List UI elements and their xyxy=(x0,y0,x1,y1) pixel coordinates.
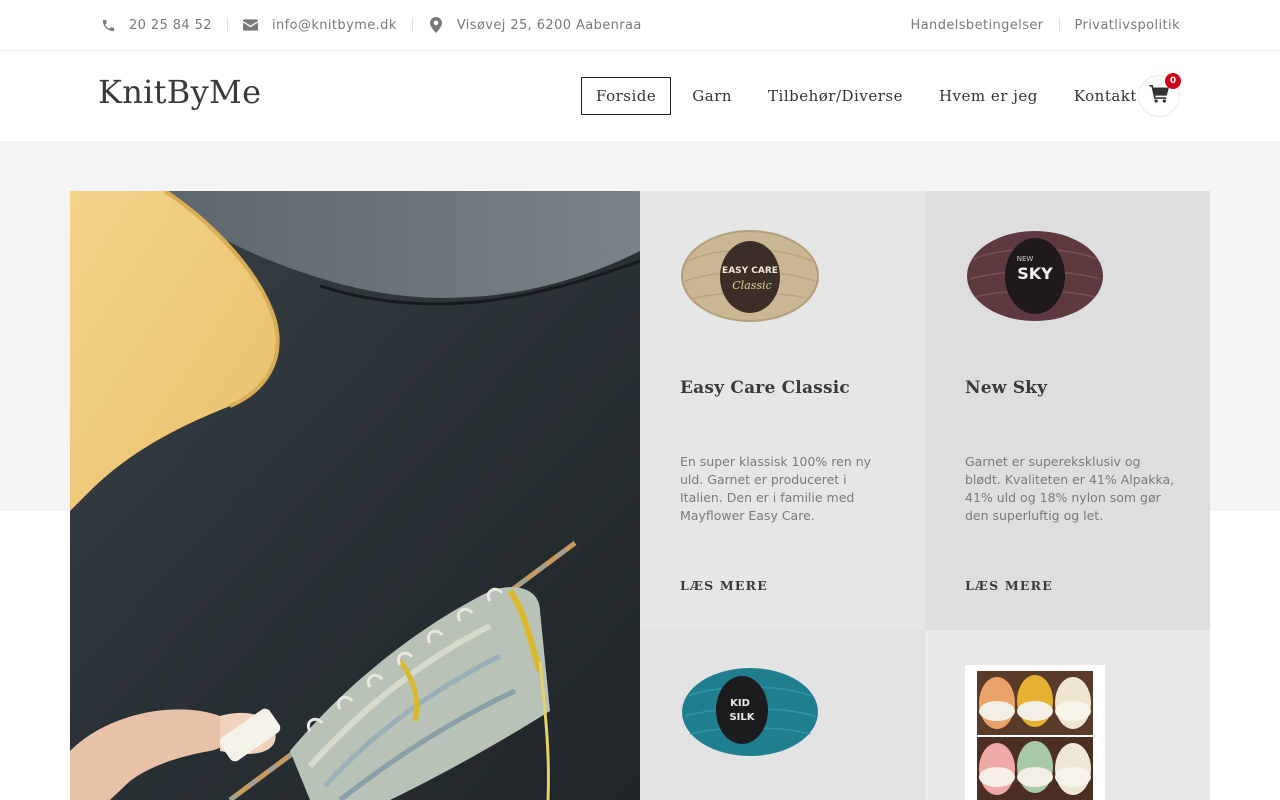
privacy-link[interactable]: Privatlivspolitik xyxy=(1075,18,1180,33)
envelope-icon xyxy=(243,17,259,33)
product-description: En super klassisk 100% ren ny uld. Garne… xyxy=(680,454,872,523)
nav-item-garn[interactable]: Garn xyxy=(677,77,747,115)
product-card-kid-silk[interactable]: KID SILK xyxy=(640,630,925,800)
address-text: Visøvej 25, 6200 Aabenraa xyxy=(456,17,642,33)
phone-icon xyxy=(100,17,116,33)
product-label-sub: NEW xyxy=(1017,255,1034,263)
divider xyxy=(1058,18,1060,32)
terms-link[interactable]: Handelsbetingelser xyxy=(911,18,1044,33)
cart-count-badge: 0 xyxy=(1165,73,1181,89)
top-bar: 20 25 84 52 info@knitbyme.dk Visøvej 25,… xyxy=(0,0,1280,51)
phone-text: 20 25 84 52 xyxy=(129,17,212,33)
nav-item-hvem-er-jeg[interactable]: Hvem er jeg xyxy=(924,77,1053,115)
address-contact: Visøvej 25, 6200 Aabenraa xyxy=(428,17,642,33)
email-text: info@knitbyme.dk xyxy=(271,17,397,33)
map-pin-icon xyxy=(428,17,444,33)
site-logo[interactable]: KnitByMe xyxy=(98,73,261,111)
hero-knitting-photo xyxy=(70,191,640,800)
product-description: Garnet er supereksklusiv og blødt. Kvali… xyxy=(965,454,1175,523)
product-image[interactable]: KID SILK xyxy=(680,662,820,766)
product-label-text: KID xyxy=(730,698,750,709)
product-title[interactable]: New Sky xyxy=(965,378,1047,398)
product-title[interactable]: Easy Care Classic xyxy=(680,378,850,398)
site-header: KnitByMe Forside Garn Tilbehør/Diverse H… xyxy=(0,51,1280,141)
product-image[interactable] xyxy=(965,665,1105,800)
product-image[interactable]: NEW SKY xyxy=(965,221,1105,325)
product-label-sub: SILK xyxy=(729,712,755,723)
product-card-easy-care-classic[interactable]: EASY CARE Classic Easy Care Classic En s… xyxy=(640,191,925,630)
product-label-text: EASY CARE xyxy=(722,266,778,276)
product-card-yarn-assortment[interactable] xyxy=(925,630,1210,800)
phone-contact[interactable]: 20 25 84 52 xyxy=(100,17,212,33)
read-more-link[interactable]: LÆS MERE xyxy=(965,578,1053,593)
divider xyxy=(226,18,228,32)
product-label-sub: Classic xyxy=(732,279,771,292)
contact-info: 20 25 84 52 info@knitbyme.dk Visøvej 25,… xyxy=(100,0,642,50)
email-contact[interactable]: info@knitbyme.dk xyxy=(243,17,397,33)
cart-button[interactable]: 0 xyxy=(1138,73,1181,117)
product-card-new-sky[interactable]: NEW SKY New Sky Garnet er supereksklusiv… xyxy=(925,191,1210,630)
nav-item-tilbehor[interactable]: Tilbehør/Diverse xyxy=(753,77,918,115)
product-label-text: SKY xyxy=(1017,264,1053,283)
read-more-link[interactable]: LÆS MERE xyxy=(680,578,768,593)
product-image[interactable]: EASY CARE Classic xyxy=(680,221,820,325)
cart-icon xyxy=(1149,85,1169,107)
main-nav: Forside Garn Tilbehør/Diverse Hvem er je… xyxy=(581,77,1158,115)
divider xyxy=(411,18,413,32)
top-links: Handelsbetingelser Privatlivspolitik xyxy=(911,0,1180,50)
nav-item-forside[interactable]: Forside xyxy=(581,77,672,115)
